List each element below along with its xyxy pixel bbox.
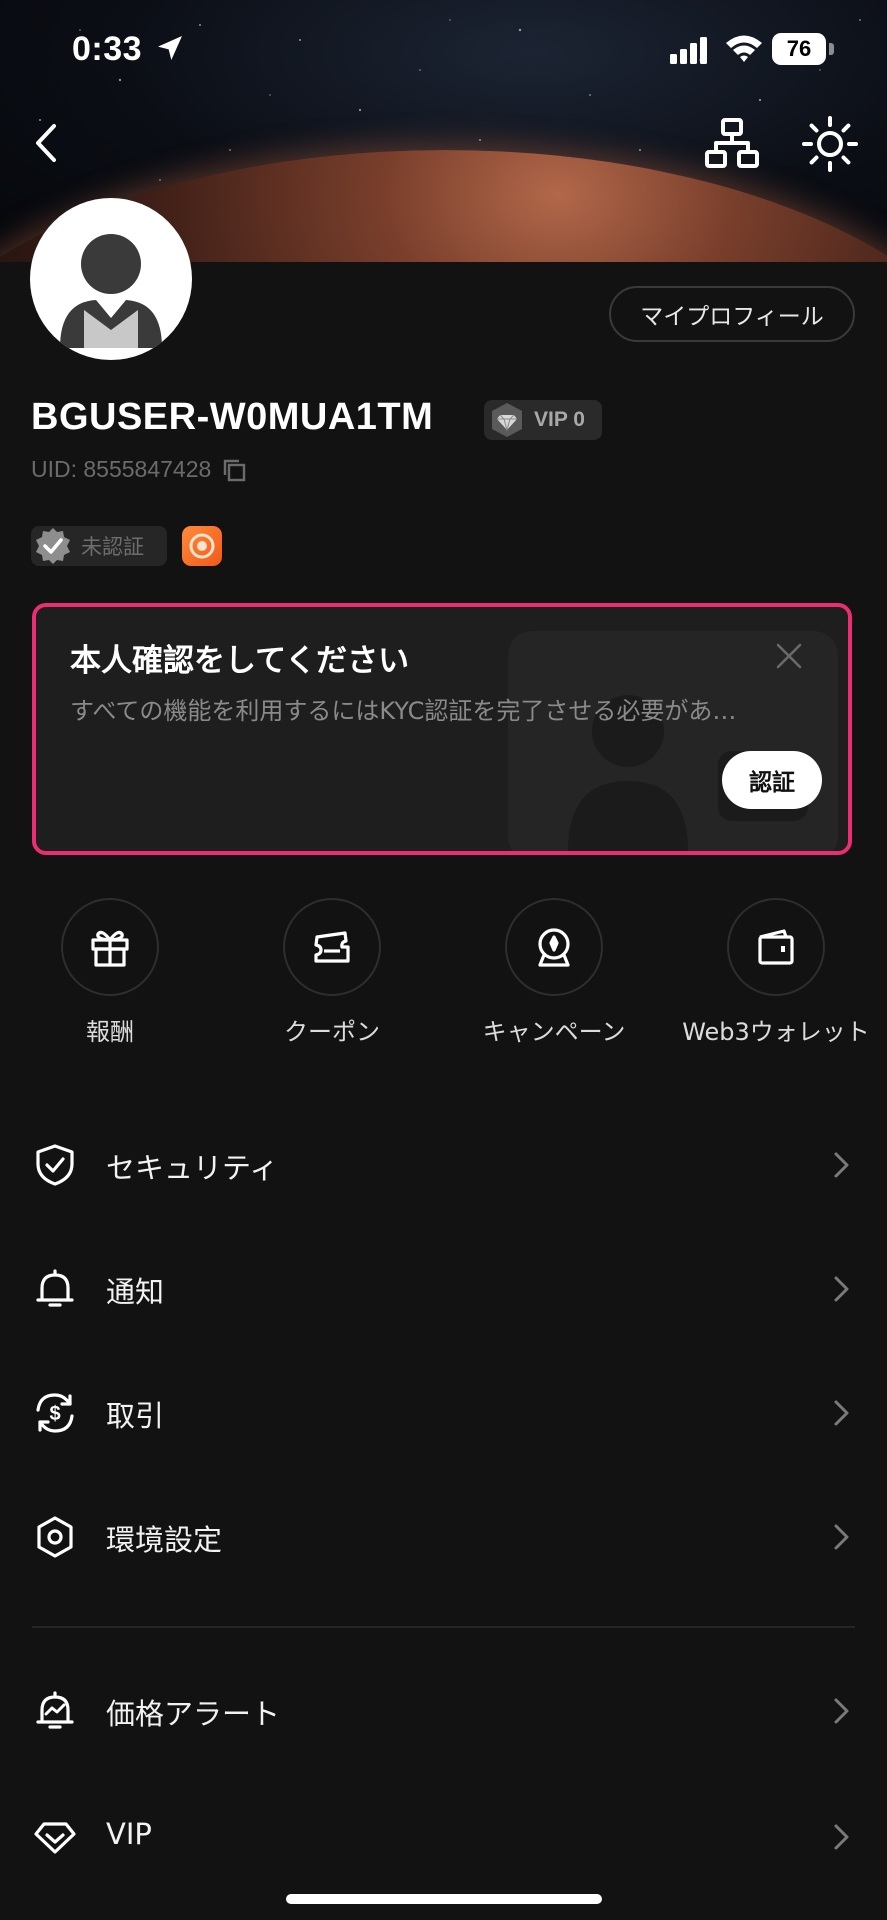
verify-button[interactable]: 認証 (722, 751, 822, 809)
theme-toggle-sun-icon[interactable] (800, 114, 860, 174)
chevron-right-icon (834, 1524, 849, 1550)
kyc-title: 本人確認をしてください (70, 643, 410, 679)
avatar[interactable] (30, 198, 192, 360)
menu-label: 環境設定 (106, 1523, 223, 1557)
shortcut-rewards[interactable]: 報酬 (0, 898, 220, 1047)
vip-level-badge[interactable]: VIP 0 (484, 400, 602, 440)
menu-item-preferences[interactable]: 環境設定 (0, 1486, 887, 1586)
wallet-icon (727, 898, 825, 996)
status-bar: 0:33 76 (0, 0, 887, 100)
cellular-signal-icon (670, 37, 707, 64)
vip-level-label: VIP 0 (534, 408, 585, 431)
shortcut-label: キャンペーン (482, 1018, 626, 1046)
coupon-icon (283, 898, 381, 996)
kyc-verification-banner: 本人確認をしてください すべての機能を利用するにはKYC認証を完了させる必要があ… (32, 603, 852, 855)
menu-label: 通知 (106, 1275, 165, 1309)
referral-hierarchy-button[interactable] (704, 116, 760, 172)
menu-item-notifications[interactable]: 通知 (0, 1238, 887, 1338)
campaign-icon (505, 898, 603, 996)
menu-item-security[interactable]: セキュリティ (0, 1114, 887, 1214)
bell-icon (36, 1269, 74, 1307)
menu-item-trading[interactable]: $ 取引 (0, 1362, 887, 1462)
verification-status-label: 未認証 (81, 535, 144, 559)
hexagon-settings-icon (37, 1516, 73, 1558)
kyc-description: すべての機能を利用するにはKYC認証を完了させる必要があ… (70, 697, 737, 725)
shortcut-row: 報酬 クーポン キャンペーン Web3ウォレット (0, 898, 887, 1058)
shortcut-label: クーポン (284, 1018, 380, 1046)
status-time: 0:33 (72, 30, 143, 68)
default-avatar-icon (60, 234, 162, 348)
chevron-right-icon (834, 1152, 849, 1178)
battery-tip (829, 43, 834, 55)
diamond-icon (34, 1822, 76, 1854)
gift-icon (61, 898, 159, 996)
vip-diamond-icon (492, 403, 522, 437)
location-arrow-icon (158, 36, 182, 60)
uid-row: UID: 8555847428 (31, 456, 247, 483)
shortcut-campaigns[interactable]: キャンペーン (444, 898, 664, 1047)
dollar-exchange-icon: $ (36, 1393, 74, 1433)
close-icon[interactable] (774, 641, 804, 671)
verified-seal-icon (36, 528, 70, 564)
shortcut-coupons[interactable]: クーポン (222, 898, 442, 1047)
flower-badge-icon (189, 533, 215, 559)
menu-divider (32, 1626, 855, 1628)
wifi-icon (726, 35, 762, 62)
verification-status-badge[interactable]: 未認証 (31, 526, 167, 566)
shortcut-label: 報酬 (86, 1018, 134, 1046)
home-indicator[interactable] (286, 1894, 602, 1904)
chevron-right-icon (834, 1698, 849, 1724)
username: BGUSER-W0MUA1TM (31, 396, 434, 438)
menu-label: セキュリティ (106, 1151, 279, 1185)
menu-item-price-alert[interactable]: 価格アラート (0, 1660, 887, 1760)
menu-item-vip[interactable]: VIP (0, 1786, 887, 1886)
uid-value: UID: 8555847428 (31, 456, 212, 482)
price-alert-icon (36, 1691, 74, 1729)
my-profile-button[interactable]: マイプロフィール (609, 286, 855, 342)
menu-label: 価格アラート (106, 1697, 281, 1731)
shield-icon (36, 1144, 74, 1186)
chevron-right-icon (834, 1276, 849, 1302)
orange-achievement-badge[interactable] (182, 526, 222, 566)
copy-icon[interactable] (221, 457, 247, 483)
chevron-right-icon (834, 1400, 849, 1426)
chevron-right-icon (834, 1824, 849, 1850)
battery-level: 76 (772, 33, 826, 65)
shortcut-label: Web3ウォレット (682, 1018, 870, 1046)
svg-text:$: $ (49, 1403, 60, 1425)
menu-label: VIP (106, 1817, 152, 1851)
back-button[interactable] (28, 118, 68, 168)
menu-label: 取引 (106, 1399, 165, 1433)
shortcut-web3-wallet[interactable]: Web3ウォレット (666, 898, 886, 1047)
